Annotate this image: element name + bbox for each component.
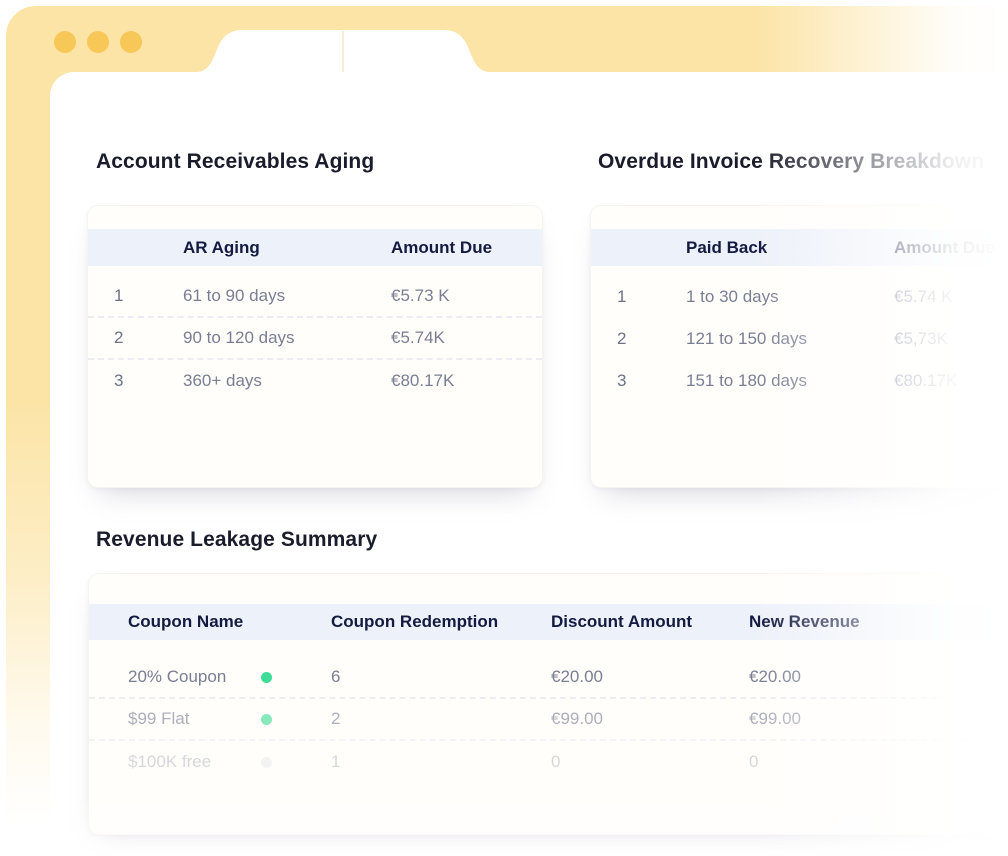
row-value: €5.74 K [894,287,1008,307]
browser-tab[interactable] [196,30,490,72]
column-header: Amount Due [391,238,542,258]
row-index: 1 [591,287,686,307]
table-card-overdue-recovery: Paid Back Amount Due 1 1 to 30 days €5.7… [590,205,1008,488]
skeleton-row [591,413,1008,437]
coupon-name: $100K free [89,752,261,772]
row-value: €5.74K [391,328,542,348]
table-row: 2 121 to 150 days €5,73K [591,318,1008,360]
page-title: Account Receivables Aging [96,150,374,174]
column-header: Discount Amount [551,612,749,632]
row-value: €80.17K [894,371,1008,391]
column-header: Coupon Name [89,612,261,632]
discount-amount: €20.00 [551,667,749,687]
status-dot-icon [261,757,272,768]
page-title: Overdue Invoice Recovery Breakdown [598,150,984,174]
table-row: $99 Flat 2 €99.00 €99.00 [89,699,1008,741]
table-row: 3 360+ days €80.17K [88,360,542,402]
row-value: €5,73K [894,329,1008,349]
table-row: 3 151 to 180 days €80.17K [591,360,1008,402]
skeleton-row [591,437,1008,461]
new-revenue: €20.00 [749,667,1008,687]
column-header: Paid Back [686,238,894,258]
row-value: €80.17K [391,371,542,391]
table-card-ar-aging: AR Aging Amount Due 1 61 to 90 days €5.7… [87,205,543,488]
row-value: €5.73 K [391,286,542,306]
table-row: 2 90 to 120 days €5.74K [88,318,542,360]
status-dot-icon [261,672,272,683]
column-header: Coupon Redemption [331,612,551,632]
discount-amount: 0 [551,752,749,772]
coupon-redemption: 2 [331,709,551,729]
row-label: 360+ days [183,371,391,391]
window-dot-icon[interactable] [54,31,76,53]
row-index: 3 [591,371,686,391]
row-label: 121 to 150 days [686,329,894,349]
coupon-redemption: 1 [331,752,551,772]
column-header: New Revenue [749,612,1008,632]
table-row: 1 1 to 30 days €5.74 K [591,276,1008,318]
row-index: 2 [591,329,686,349]
column-header: AR Aging [183,238,391,258]
discount-amount: €99.00 [551,709,749,729]
coupon-name: 20% Coupon [89,667,261,687]
row-index: 3 [88,371,183,391]
table-row: $100K free 1 0 0 [89,741,1008,783]
skeleton-row [88,437,542,461]
window-dot-icon[interactable] [87,31,109,53]
app-window: Account Receivables Aging Overdue Invoic… [0,0,1008,856]
row-label: 1 to 30 days [686,287,894,307]
window-dot-icon[interactable] [120,31,142,53]
new-revenue: €99.00 [749,709,1008,729]
row-label: 61 to 90 days [183,286,391,306]
page-title: Revenue Leakage Summary [96,528,377,552]
column-header: Amount Due [894,238,1008,258]
coupon-name: $99 Flat [89,709,261,729]
table-card-revenue-leakage: Coupon Name Coupon Redemption Discount A… [88,573,1008,835]
table-row: 20% Coupon 6 €20.00 €20.00 [89,657,1008,699]
table-header-row: Coupon Name Coupon Redemption Discount A… [89,604,1008,640]
table-row: 1 61 to 90 days €5.73 K [88,276,542,318]
row-label: 90 to 120 days [183,328,391,348]
row-index: 2 [88,328,183,348]
row-index: 1 [88,286,183,306]
status-dot-icon [261,714,272,725]
coupon-redemption: 6 [331,667,551,687]
table-header-row: Paid Back Amount Due [591,229,1008,266]
skeleton-row [88,413,542,437]
new-revenue: 0 [749,752,1008,772]
table-header-row: AR Aging Amount Due [88,229,542,266]
row-label: 151 to 180 days [686,371,894,391]
window-controls [54,31,142,53]
